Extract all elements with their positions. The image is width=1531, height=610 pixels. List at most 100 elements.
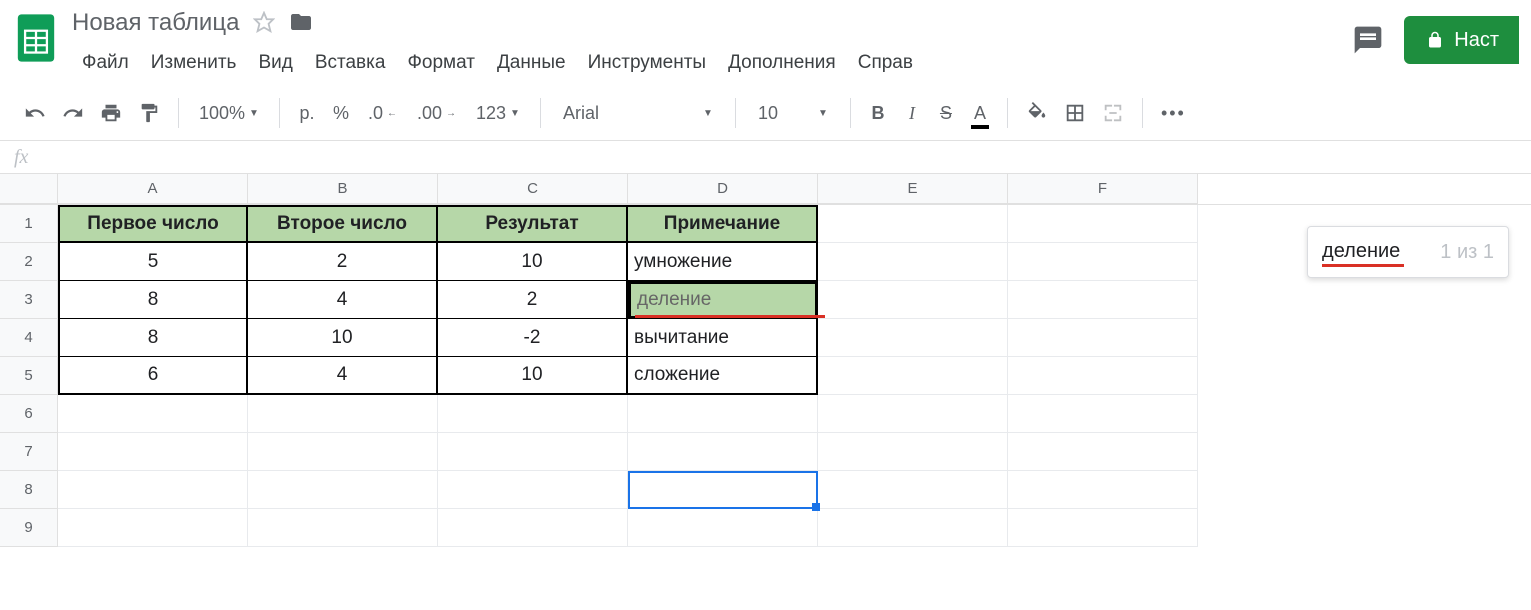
row-header-6[interactable]: 6 xyxy=(0,395,58,433)
cell-F1[interactable] xyxy=(1008,205,1198,243)
cell-B5[interactable]: 4 xyxy=(248,357,438,395)
row-header-4[interactable]: 4 xyxy=(0,319,58,357)
comments-button[interactable] xyxy=(1346,18,1390,62)
share-button[interactable]: Наст xyxy=(1404,16,1519,64)
cell-B9[interactable] xyxy=(248,509,438,547)
cell-C5[interactable]: 10 xyxy=(438,357,628,395)
cell-A2[interactable]: 5 xyxy=(58,243,248,281)
menu-file[interactable]: Файл xyxy=(72,46,139,80)
cell-E1[interactable] xyxy=(818,205,1008,243)
cell-D2[interactable]: умножение xyxy=(628,243,818,281)
cell-B6[interactable] xyxy=(248,395,438,433)
cell-D3[interactable]: деление xyxy=(628,281,818,319)
row-header-2[interactable]: 2 xyxy=(0,243,58,281)
cell-D1[interactable]: Примечание xyxy=(628,205,818,243)
cell-E2[interactable] xyxy=(818,243,1008,281)
cell-F7[interactable] xyxy=(1008,433,1198,471)
star-icon[interactable] xyxy=(253,11,275,36)
cell-A9[interactable] xyxy=(58,509,248,547)
cell-E5[interactable] xyxy=(818,357,1008,395)
cell-E4[interactable] xyxy=(818,319,1008,357)
zoom-dropdown[interactable]: 100%▼ xyxy=(191,95,267,131)
cell-B3[interactable]: 4 xyxy=(248,281,438,319)
document-title[interactable]: Новая таблица xyxy=(72,9,239,37)
select-all-corner[interactable] xyxy=(0,174,58,204)
column-header-A[interactable]: A xyxy=(58,174,248,204)
cell-A6[interactable] xyxy=(58,395,248,433)
cell-B2[interactable]: 2 xyxy=(248,243,438,281)
cell-A5[interactable]: 6 xyxy=(58,357,248,395)
column-header-E[interactable]: E xyxy=(818,174,1008,204)
cell-D6[interactable] xyxy=(628,395,818,433)
cell-F2[interactable] xyxy=(1008,243,1198,281)
fill-handle[interactable] xyxy=(812,503,820,511)
decrease-decimal-button[interactable]: .0← xyxy=(360,95,405,131)
cell-F4[interactable] xyxy=(1008,319,1198,357)
font-size-dropdown[interactable]: 10▼ xyxy=(748,95,838,131)
row-header-5[interactable]: 5 xyxy=(0,357,58,395)
cell-A7[interactable] xyxy=(58,433,248,471)
strikethrough-button[interactable]: S xyxy=(931,95,961,131)
more-button[interactable]: ••• xyxy=(1155,95,1192,131)
cell-E7[interactable] xyxy=(818,433,1008,471)
row-header-3[interactable]: 3 xyxy=(0,281,58,319)
row-header-8[interactable]: 8 xyxy=(0,471,58,509)
number-format-dropdown[interactable]: 123▼ xyxy=(468,95,528,131)
cell-C1[interactable]: Результат xyxy=(438,205,628,243)
menu-edit[interactable]: Изменить xyxy=(141,46,247,80)
cell-A3[interactable]: 8 xyxy=(58,281,248,319)
cell-D5[interactable]: сложение xyxy=(628,357,818,395)
text-color-button[interactable]: A xyxy=(965,95,995,131)
cell-C9[interactable] xyxy=(438,509,628,547)
cell-C3[interactable]: 2 xyxy=(438,281,628,319)
row-header-9[interactable]: 9 xyxy=(0,509,58,547)
menu-insert[interactable]: Вставка xyxy=(305,46,396,80)
paint-format-button[interactable] xyxy=(132,95,166,131)
cell-B8[interactable] xyxy=(248,471,438,509)
cell-D8[interactable] xyxy=(628,471,818,509)
cell-B1[interactable]: Второе число xyxy=(248,205,438,243)
borders-button[interactable] xyxy=(1058,95,1092,131)
column-header-D[interactable]: D xyxy=(628,174,818,204)
font-dropdown[interactable]: Arial▼ xyxy=(553,95,723,131)
cell-B7[interactable] xyxy=(248,433,438,471)
percent-button[interactable]: % xyxy=(326,95,356,131)
cell-D4[interactable]: вычитание xyxy=(628,319,818,357)
fill-color-button[interactable] xyxy=(1020,95,1054,131)
cell-F3[interactable] xyxy=(1008,281,1198,319)
cell-E8[interactable] xyxy=(818,471,1008,509)
cell-D9[interactable] xyxy=(628,509,818,547)
cell-E6[interactable] xyxy=(818,395,1008,433)
cell-F9[interactable] xyxy=(1008,509,1198,547)
row-header-7[interactable]: 7 xyxy=(0,433,58,471)
cell-C7[interactable] xyxy=(438,433,628,471)
sheets-logo[interactable] xyxy=(12,8,60,68)
cell-C6[interactable] xyxy=(438,395,628,433)
cell-A8[interactable] xyxy=(58,471,248,509)
cell-B4[interactable]: 10 xyxy=(248,319,438,357)
find-term[interactable]: деление xyxy=(1322,240,1400,265)
italic-button[interactable]: I xyxy=(897,95,927,131)
cell-A4[interactable]: 8 xyxy=(58,319,248,357)
cell-E9[interactable] xyxy=(818,509,1008,547)
cell-E3[interactable] xyxy=(818,281,1008,319)
column-header-C[interactable]: C xyxy=(438,174,628,204)
menu-tools[interactable]: Инструменты xyxy=(578,46,716,80)
menu-data[interactable]: Данные xyxy=(487,46,576,80)
undo-button[interactable] xyxy=(18,95,52,131)
currency-button[interactable]: р. xyxy=(292,95,322,131)
folder-icon[interactable] xyxy=(289,10,313,37)
merge-cells-button[interactable] xyxy=(1096,95,1130,131)
cell-F8[interactable] xyxy=(1008,471,1198,509)
formula-input[interactable] xyxy=(52,141,1531,173)
cell-D7[interactable] xyxy=(628,433,818,471)
column-header-F[interactable]: F xyxy=(1008,174,1198,204)
menu-addons[interactable]: Дополнения xyxy=(718,46,846,80)
menu-format[interactable]: Формат xyxy=(397,46,485,80)
cell-A1[interactable]: Первое число xyxy=(58,205,248,243)
increase-decimal-button[interactable]: .00→ xyxy=(409,95,464,131)
cell-F6[interactable] xyxy=(1008,395,1198,433)
redo-button[interactable] xyxy=(56,95,90,131)
cell-C4[interactable]: -2 xyxy=(438,319,628,357)
column-header-B[interactable]: B xyxy=(248,174,438,204)
